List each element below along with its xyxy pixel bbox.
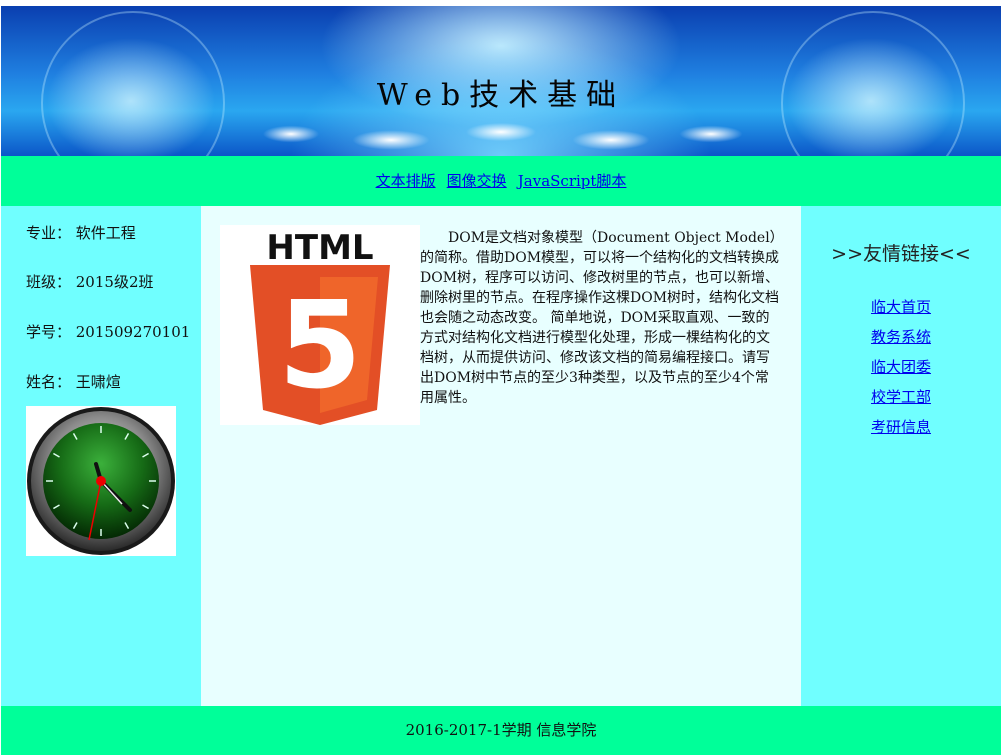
html5-icon: HTML 5 bbox=[250, 228, 390, 425]
page-title: Web技术基础 bbox=[376, 78, 626, 113]
banner-clouds bbox=[231, 114, 771, 156]
clock-widget bbox=[26, 406, 176, 556]
html5-logo-number: 5 bbox=[278, 277, 362, 416]
link-postgrad-info[interactable]: 考研信息 bbox=[871, 418, 931, 436]
html5-logo-text: HTML bbox=[266, 228, 373, 268]
nav-link-javascript[interactable]: JavaScript脚本 bbox=[518, 172, 627, 190]
class-info: 班级： 2015级2班 bbox=[26, 273, 154, 291]
link-youth-league[interactable]: 临大团委 bbox=[871, 358, 931, 376]
friend-links-heading: >>友情链接<< bbox=[831, 243, 971, 265]
major-info: 专业： 软件工程 bbox=[26, 224, 136, 242]
html5-logo: HTML 5 bbox=[220, 225, 420, 425]
nav-link-text-layout[interactable]: 文本排版 bbox=[376, 172, 436, 190]
header-banner: Web技术基础 bbox=[1, 6, 1001, 156]
right-sidebar: >>友情链接<< 临大首页 教务系统 临大团委 校学工部 考研信息 bbox=[801, 206, 1001, 706]
list-item: 临大首页 bbox=[801, 295, 1001, 325]
top-nav: 文本排版 图像交换 JavaScript脚本 bbox=[1, 156, 1001, 206]
article-text: DOM是文档对象模型（Document Object Model）的简称。借助D… bbox=[420, 230, 780, 406]
list-item: 临大团委 bbox=[801, 355, 1001, 385]
list-item: 考研信息 bbox=[801, 415, 1001, 445]
link-student-affairs[interactable]: 校学工部 bbox=[871, 388, 931, 406]
left-sidebar: 专业： 软件工程 班级： 2015级2班 学号： 201509270101 姓名… bbox=[1, 206, 201, 706]
list-item: 校学工部 bbox=[801, 385, 1001, 415]
link-university-home[interactable]: 临大首页 bbox=[871, 298, 931, 316]
link-academic-system[interactable]: 教务系统 bbox=[871, 328, 931, 346]
footer: 2016-2017-1学期 信息学院 bbox=[1, 706, 1001, 755]
friend-links-list: 临大首页 教务系统 临大团委 校学工部 考研信息 bbox=[801, 295, 1001, 445]
nav-link-image-swap[interactable]: 图像交换 bbox=[447, 172, 507, 190]
student-id-info: 学号： 201509270101 bbox=[26, 323, 191, 341]
footer-text: 2016-2017-1学期 信息学院 bbox=[405, 721, 597, 739]
clock-icon bbox=[27, 407, 175, 555]
name-info: 姓名： 王啸煊 bbox=[26, 373, 121, 391]
list-item: 教务系统 bbox=[801, 325, 1001, 355]
main-content: HTML 5 DOM是文档对象模型（Document Object Model）… bbox=[201, 206, 801, 706]
